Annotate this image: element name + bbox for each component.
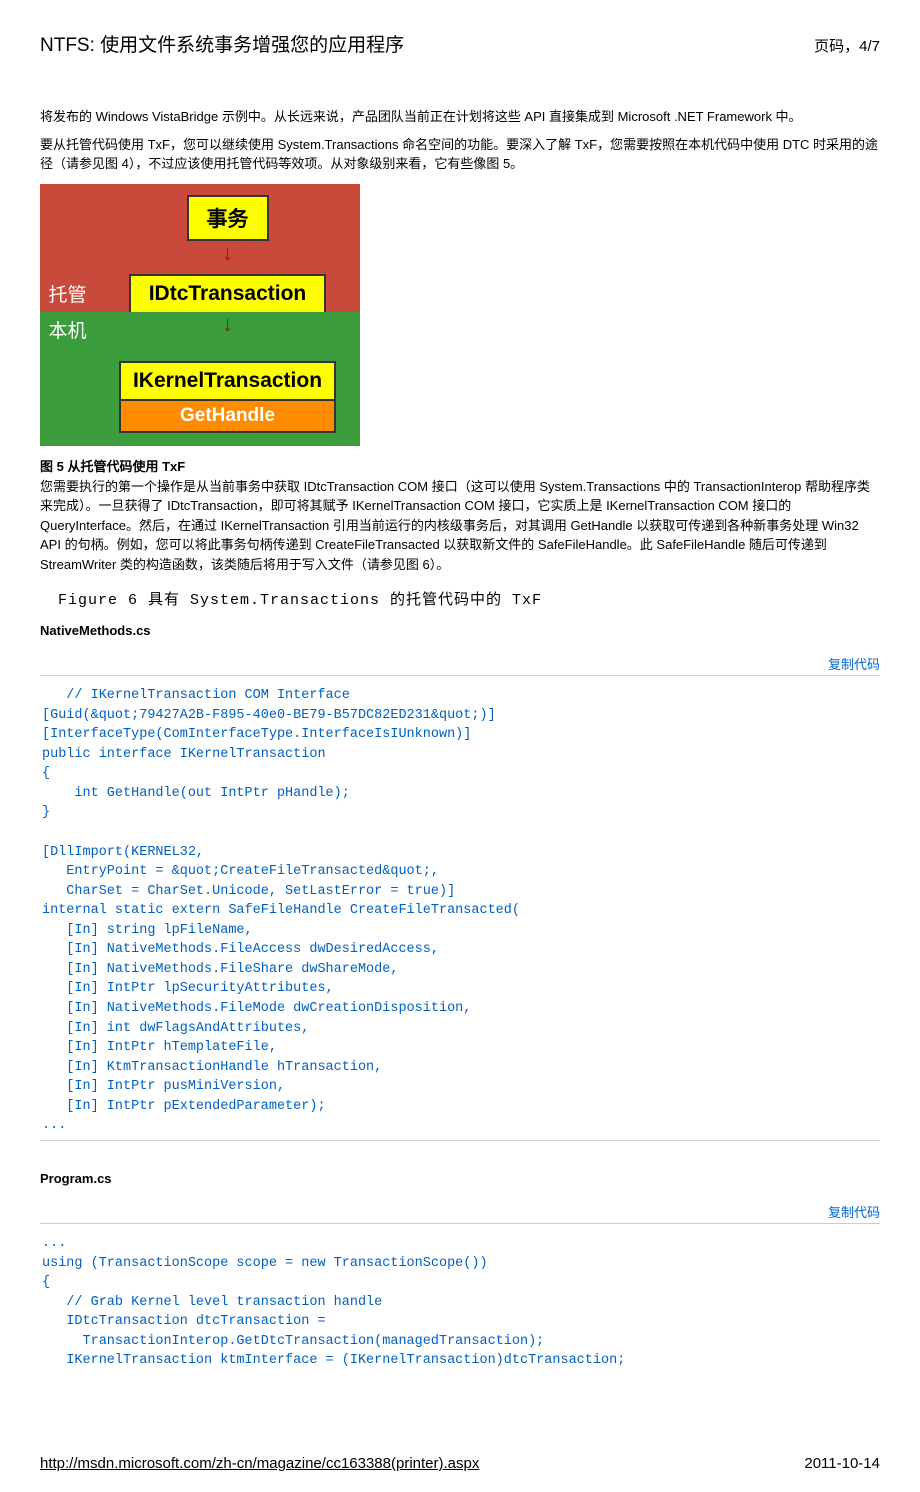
copy-code-link[interactable]: 复制代码 bbox=[828, 657, 880, 672]
paragraph-1: 将发布的 Windows VistaBridge 示例中。从长远来说，产品团队当… bbox=[40, 107, 880, 127]
copy-code-link[interactable]: 复制代码 bbox=[828, 1205, 880, 1220]
diagram-cell-idtc-top: IDtcTransaction bbox=[95, 276, 360, 312]
footer-date: 2011-10-14 bbox=[804, 1455, 880, 1472]
figure-5-diagram: 事务 ↓ 托管 IDtcTransaction 本机 ↓ IKernelTran… bbox=[40, 184, 360, 446]
code-block-1-wrap: 复制代码 // IKernelTransaction COM Interface… bbox=[40, 654, 880, 1141]
diagram-label-managed: 托管 bbox=[40, 276, 95, 312]
file-name-1: NativeMethods.cs bbox=[40, 623, 880, 638]
diagram-cell-transaction: 事务 ↓ bbox=[95, 184, 360, 276]
arrow-icon: ↓ bbox=[222, 243, 233, 263]
paragraph-2: 要从托管代码使用 TxF，您可以继续使用 System.Transactions… bbox=[40, 135, 880, 174]
box-transaction: 事务 bbox=[187, 195, 269, 241]
page-header: NTFS: 使用文件系统事务增强您的应用程序 页码，4/7 bbox=[40, 30, 880, 57]
page-number: 页码，4/7 bbox=[814, 35, 880, 56]
box-ikernel: IKernelTransaction GetHandle bbox=[119, 361, 336, 433]
paragraph-3: 您需要执行的第一个操作是从当前事务中获取 IDtcTransaction COM… bbox=[40, 477, 880, 575]
page-footer: http://msdn.microsoft.com/zh-cn/magazine… bbox=[40, 1455, 880, 1472]
file-name-2: Program.cs bbox=[40, 1171, 880, 1186]
diagram-cell-idtc-bottom: ↓ bbox=[95, 312, 360, 348]
diagram-label-native-bottom bbox=[40, 348, 95, 446]
doc-title: NTFS: 使用文件系统事务增强您的应用程序 bbox=[40, 30, 404, 57]
diagram-label-native: 本机 bbox=[40, 312, 95, 348]
copy-row-1: 复制代码 bbox=[40, 654, 880, 676]
diagram-label-managed-top bbox=[40, 184, 95, 276]
box-idtc: IDtcTransaction bbox=[129, 274, 327, 312]
box-ikernel-top: IKernelTransaction bbox=[121, 363, 334, 399]
code-block-2-wrap: 复制代码 ... using (TransactionScope scope =… bbox=[40, 1202, 880, 1375]
arrow-icon: ↓ bbox=[222, 314, 233, 334]
footer-url: http://msdn.microsoft.com/zh-cn/magazine… bbox=[40, 1455, 479, 1472]
figure-5-caption: 图 5 从托管代码使用 TxF bbox=[40, 456, 880, 475]
figure-6-title: Figure 6 具有 System.Transactions 的托管代码中的 … bbox=[58, 588, 880, 609]
code-block-2: ... using (TransactionScope scope = new … bbox=[40, 1224, 880, 1375]
code-block-1: // IKernelTransaction COM Interface [Gui… bbox=[40, 676, 880, 1141]
copy-row-2: 复制代码 bbox=[40, 1202, 880, 1224]
diagram-cell-ikernel: IKernelTransaction GetHandle bbox=[95, 348, 360, 446]
box-gethandle: GetHandle bbox=[121, 399, 334, 431]
